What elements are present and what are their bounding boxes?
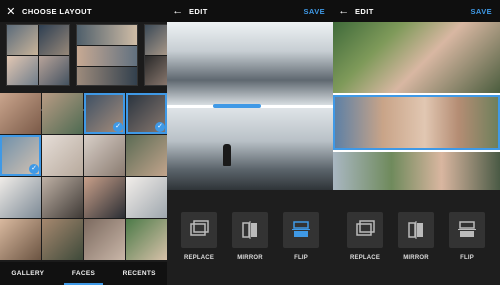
- photo-thumb[interactable]: [84, 219, 125, 260]
- flip-button[interactable]: FLIP: [449, 212, 485, 261]
- photo-thumb[interactable]: [84, 135, 125, 176]
- source-tabs: GALLERY FACES RECENTS: [0, 262, 167, 285]
- photo-thumb[interactable]: [126, 135, 167, 176]
- tab-faces[interactable]: FACES: [56, 262, 112, 285]
- flip-icon: [458, 221, 476, 237]
- page-title: CHOOSE LAYOUT: [22, 6, 92, 16]
- mirror-button[interactable]: MIRROR: [398, 212, 434, 261]
- layout-option-grid[interactable]: [6, 24, 70, 86]
- photo-cell-3[interactable]: [333, 152, 500, 190]
- choose-layout-screen: ✕ CHOOSE LAYOUT ✓ ✓ ✓ GALLERY FACES RECE…: [0, 0, 167, 285]
- edit-canvas: [167, 22, 333, 190]
- layout-option-stack[interactable]: [76, 24, 138, 86]
- layout-option-vertical[interactable]: [144, 24, 167, 86]
- photo-thumb[interactable]: [42, 219, 83, 260]
- check-icon: ✓: [155, 122, 165, 132]
- photo-thumb[interactable]: [42, 135, 83, 176]
- photo-thumb-selected[interactable]: ✓: [126, 93, 167, 134]
- flip-label: FLIP: [460, 255, 474, 261]
- edit-screen-layout: ← EDIT SAVE REPLACE MIRROR FLIP: [333, 0, 500, 285]
- photo-thumb-selected[interactable]: ✓: [84, 93, 125, 134]
- back-arrow-icon[interactable]: ←: [167, 5, 189, 17]
- person-figure: [223, 144, 231, 166]
- flip-label: FLIP: [294, 255, 308, 261]
- close-icon[interactable]: ✕: [0, 5, 22, 18]
- check-icon: ✓: [113, 122, 123, 132]
- replace-label: REPLACE: [183, 255, 215, 261]
- tab-gallery[interactable]: GALLERY: [0, 262, 56, 285]
- edit-toolbar: REPLACE MIRROR FLIP: [333, 190, 500, 285]
- replace-label: REPLACE: [349, 255, 381, 261]
- mirror-icon: [408, 221, 423, 239]
- photo-thumb[interactable]: [42, 177, 83, 218]
- edit-toolbar: REPLACE MIRROR FLIP: [167, 190, 333, 285]
- photo-cell-top[interactable]: [167, 22, 333, 105]
- back-arrow-icon[interactable]: ←: [333, 5, 355, 17]
- mirror-label: MIRROR: [403, 255, 429, 261]
- edit-header: ← EDIT SAVE: [333, 0, 500, 22]
- flip-icon: [292, 221, 310, 237]
- mirror-icon: [242, 221, 257, 239]
- edit-header: ← EDIT SAVE: [167, 0, 333, 22]
- photo-cell-1[interactable]: [333, 22, 500, 93]
- layout-options: [0, 22, 167, 111]
- photo-thumb[interactable]: [0, 219, 41, 260]
- replace-button[interactable]: REPLACE: [181, 212, 217, 261]
- check-icon: ✓: [29, 164, 39, 174]
- replace-icon: [190, 220, 209, 236]
- page-title: EDIT: [355, 6, 374, 16]
- tab-recents[interactable]: RECENTS: [111, 262, 167, 285]
- save-button[interactable]: SAVE: [471, 7, 500, 16]
- page-title: EDIT: [189, 6, 208, 16]
- replace-icon: [356, 220, 375, 236]
- photo-thumb[interactable]: [0, 93, 41, 134]
- edit-screen-flip: ← EDIT SAVE REPLACE MIRROR FLIP: [167, 0, 333, 285]
- photo-thumb[interactable]: [0, 177, 41, 218]
- flip-button-active[interactable]: FLIP: [283, 212, 319, 261]
- save-button[interactable]: SAVE: [304, 7, 333, 16]
- photo-cell-2-selected[interactable]: [333, 95, 500, 150]
- photo-thumb[interactable]: [126, 219, 167, 260]
- choose-layout-header: ✕ CHOOSE LAYOUT: [0, 0, 167, 22]
- photo-grid: ✓ ✓ ✓: [0, 93, 167, 262]
- mirror-label: MIRROR: [237, 255, 263, 261]
- photo-cell-bottom[interactable]: [167, 108, 333, 190]
- photo-thumb[interactable]: [42, 93, 83, 134]
- replace-button[interactable]: REPLACE: [347, 212, 383, 261]
- photo-thumb[interactable]: [84, 177, 125, 218]
- edit-canvas: [333, 22, 500, 190]
- mirror-button[interactable]: MIRROR: [232, 212, 268, 261]
- photo-thumb-selected[interactable]: ✓: [0, 135, 41, 176]
- photo-thumb[interactable]: [126, 177, 167, 218]
